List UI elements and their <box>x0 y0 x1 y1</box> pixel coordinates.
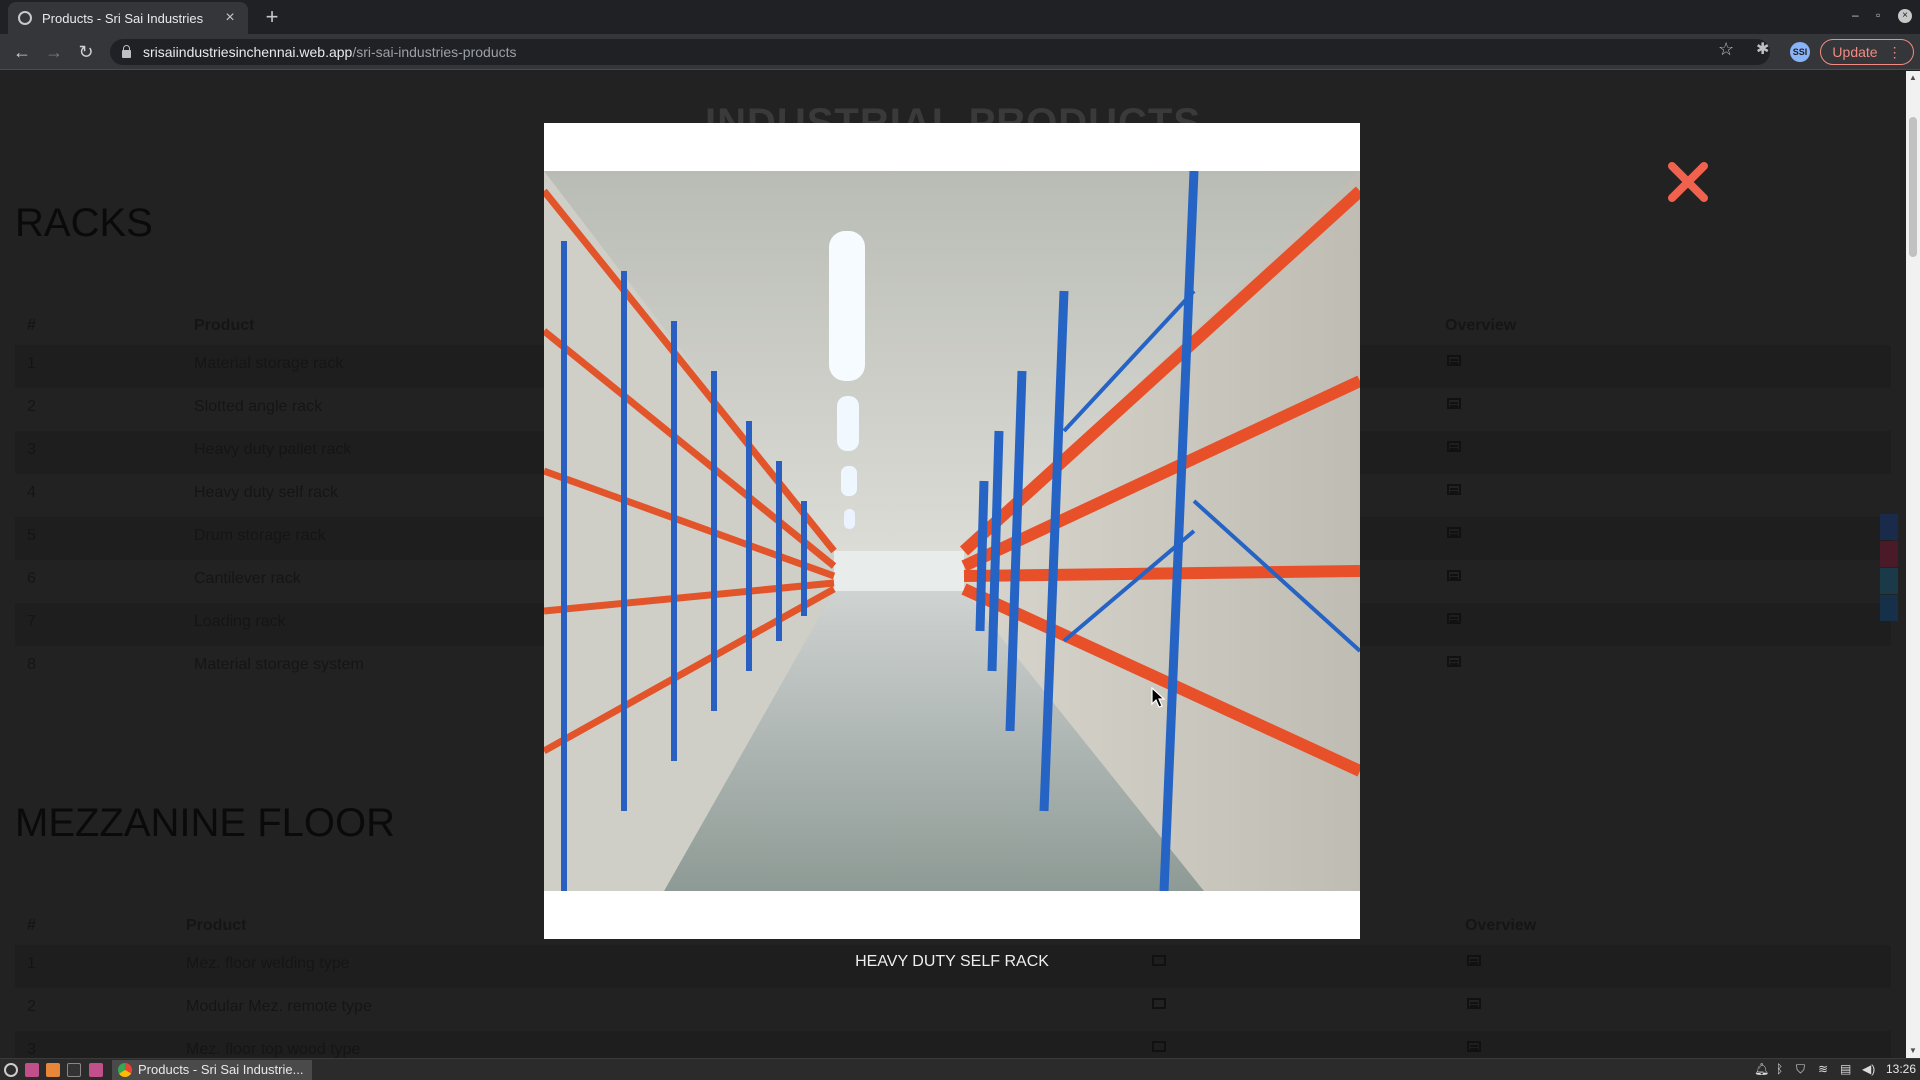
row-number: 3 <box>27 1041 36 1058</box>
forward-icon[interactable]: → <box>42 40 66 64</box>
instagram-icon[interactable] <box>1880 541 1898 567</box>
overview-list-icon[interactable] <box>1467 955 1481 966</box>
taskbar-chrome-window[interactable]: Products - Sri Sai Industrie... <box>112 1060 312 1080</box>
overview-list-icon[interactable] <box>1447 570 1461 581</box>
notification-bell-icon[interactable]: 🔔︎ <box>1754 1062 1769 1076</box>
lightbox-caption: HEAVY DUTY SELF RACK <box>855 953 1049 970</box>
bluetooth-icon[interactable]: ᛒ <box>1776 1062 1783 1076</box>
row-number: 4 <box>27 484 36 501</box>
back-icon[interactable]: ← <box>10 40 34 64</box>
product-name: Cantilever rack <box>194 570 301 587</box>
section-title-mezzanine: MEZZANINE FLOOR <box>15 801 396 845</box>
product-name: Mez. floor top wood type <box>186 1041 361 1058</box>
profile-avatar[interactable]: SSI <box>1790 42 1810 62</box>
overview-list-icon[interactable] <box>1447 613 1461 624</box>
shield-icon[interactable]: ⛉ <box>1796 1062 1805 1077</box>
update-label: Update <box>1832 44 1878 60</box>
image-icon[interactable] <box>1152 998 1166 1009</box>
row-number: 5 <box>27 527 36 544</box>
url-text: srisaiindustriesinchennai.web.app/sri-sa… <box>143 44 517 60</box>
browser-toolbar: ← → ↻ srisaiindustriesinchennai.web.app/… <box>0 34 1920 70</box>
product-name: Modular Mez. remote type <box>186 998 372 1015</box>
row-number: 1 <box>27 955 36 972</box>
firefox-icon[interactable] <box>46 1063 60 1077</box>
twitter-icon[interactable] <box>1880 568 1898 594</box>
tab-close-icon[interactable]: × <box>222 9 238 27</box>
overview-list-icon[interactable] <box>1447 355 1461 366</box>
bookmark-star-icon[interactable]: ☆ <box>1718 39 1734 60</box>
volume-icon[interactable]: ◀) <box>1862 1062 1875 1076</box>
row-number: 2 <box>27 398 36 415</box>
facebook-icon[interactable] <box>1880 514 1898 540</box>
kebab-menu-icon: ⋮ <box>1887 43 1902 60</box>
product-photo-heavy-duty-self-rack <box>544 171 1360 891</box>
menu-icon[interactable] <box>4 1063 18 1077</box>
files-icon[interactable] <box>25 1063 39 1077</box>
lock-icon <box>122 45 131 58</box>
product-name: Heavy duty self rack <box>194 484 339 501</box>
maximize-icon[interactable]: ▫ <box>1876 8 1880 22</box>
wifi-icon[interactable]: ≋ <box>1818 1062 1828 1076</box>
terminal-icon[interactable] <box>67 1063 81 1077</box>
col-overview: Overview <box>1445 317 1517 334</box>
row-number: 1 <box>27 355 36 372</box>
close-x-icon[interactable] <box>1666 160 1710 204</box>
address-bar[interactable]: srisaiindustriesinchennai.web.app/sri-sa… <box>110 39 1770 65</box>
taskbar-task-label: Products - Sri Sai Industrie... <box>138 1062 304 1077</box>
tab-strip: Products - Sri Sai Industries × + – ▫ × <box>0 0 1920 34</box>
col-product: Product <box>194 317 255 334</box>
tab-title: Products - Sri Sai Industries <box>42 10 204 26</box>
os-taskbar: Products - Sri Sai Industrie... 🔔︎ ᛒ ⛉ ≋… <box>0 1058 1920 1080</box>
page-scrollbar[interactable]: ▲ ▼ <box>1906 71 1920 1058</box>
col-num: # <box>27 917 36 934</box>
col-overview: Overview <box>1465 917 1537 934</box>
row-number: 2 <box>27 998 36 1015</box>
scroll-up-icon[interactable]: ▲ <box>1909 73 1917 82</box>
overview-list-icon[interactable] <box>1467 1041 1481 1052</box>
new-tab-button[interactable]: + <box>258 4 286 32</box>
section-title-racks: RACKS <box>15 201 153 245</box>
folder-icon[interactable] <box>89 1063 103 1077</box>
row-number: 6 <box>27 570 36 587</box>
row-number: 3 <box>27 441 36 458</box>
mouse-cursor-icon <box>1151 686 1166 714</box>
chrome-icon <box>118 1063 132 1077</box>
col-num: # <box>27 317 36 334</box>
scrollbar-thumb[interactable] <box>1909 117 1917 257</box>
lightbox-frame <box>544 123 1360 939</box>
product-name: Mez. floor welding type <box>186 955 350 972</box>
browser-tab[interactable]: Products - Sri Sai Industries × <box>8 2 248 34</box>
row-number: 8 <box>27 656 36 673</box>
extensions-icon[interactable]: ✱ <box>1756 39 1769 59</box>
table-row: 3 Mez. floor top wood type <box>15 1031 1891 1058</box>
clock: 13:26 <box>1886 1062 1917 1076</box>
product-name: Loading rack <box>194 613 286 630</box>
linkedin-icon[interactable] <box>1880 595 1898 621</box>
overview-list-icon[interactable] <box>1447 484 1461 495</box>
row-number: 7 <box>27 613 36 630</box>
minimize-icon[interactable]: – <box>1852 8 1859 22</box>
image-icon[interactable] <box>1152 1041 1166 1052</box>
product-name: Drum storage rack <box>194 527 326 544</box>
update-button[interactable]: Update ⋮ <box>1820 39 1914 65</box>
clipboard-icon[interactable]: ▤ <box>1840 1062 1851 1076</box>
overview-list-icon[interactable] <box>1447 441 1461 452</box>
product-name: Material storage rack <box>194 355 344 372</box>
product-name: Material storage system <box>194 656 364 673</box>
globe-icon <box>18 11 32 25</box>
product-name: Slotted angle rack <box>194 398 323 415</box>
scroll-down-icon[interactable]: ▼ <box>1909 1046 1917 1055</box>
window-close-icon[interactable]: × <box>1898 9 1912 23</box>
overview-list-icon[interactable] <box>1447 527 1461 538</box>
overview-list-icon[interactable] <box>1447 656 1461 667</box>
overview-list-icon[interactable] <box>1467 998 1481 1009</box>
product-name: Heavy duty pallet rack <box>194 441 352 458</box>
col-product: Product <box>186 917 247 934</box>
reload-icon[interactable]: ↻ <box>74 40 98 64</box>
table-row: 2 Modular Mez. remote type <box>15 988 1891 1031</box>
overview-list-icon[interactable] <box>1447 398 1461 409</box>
